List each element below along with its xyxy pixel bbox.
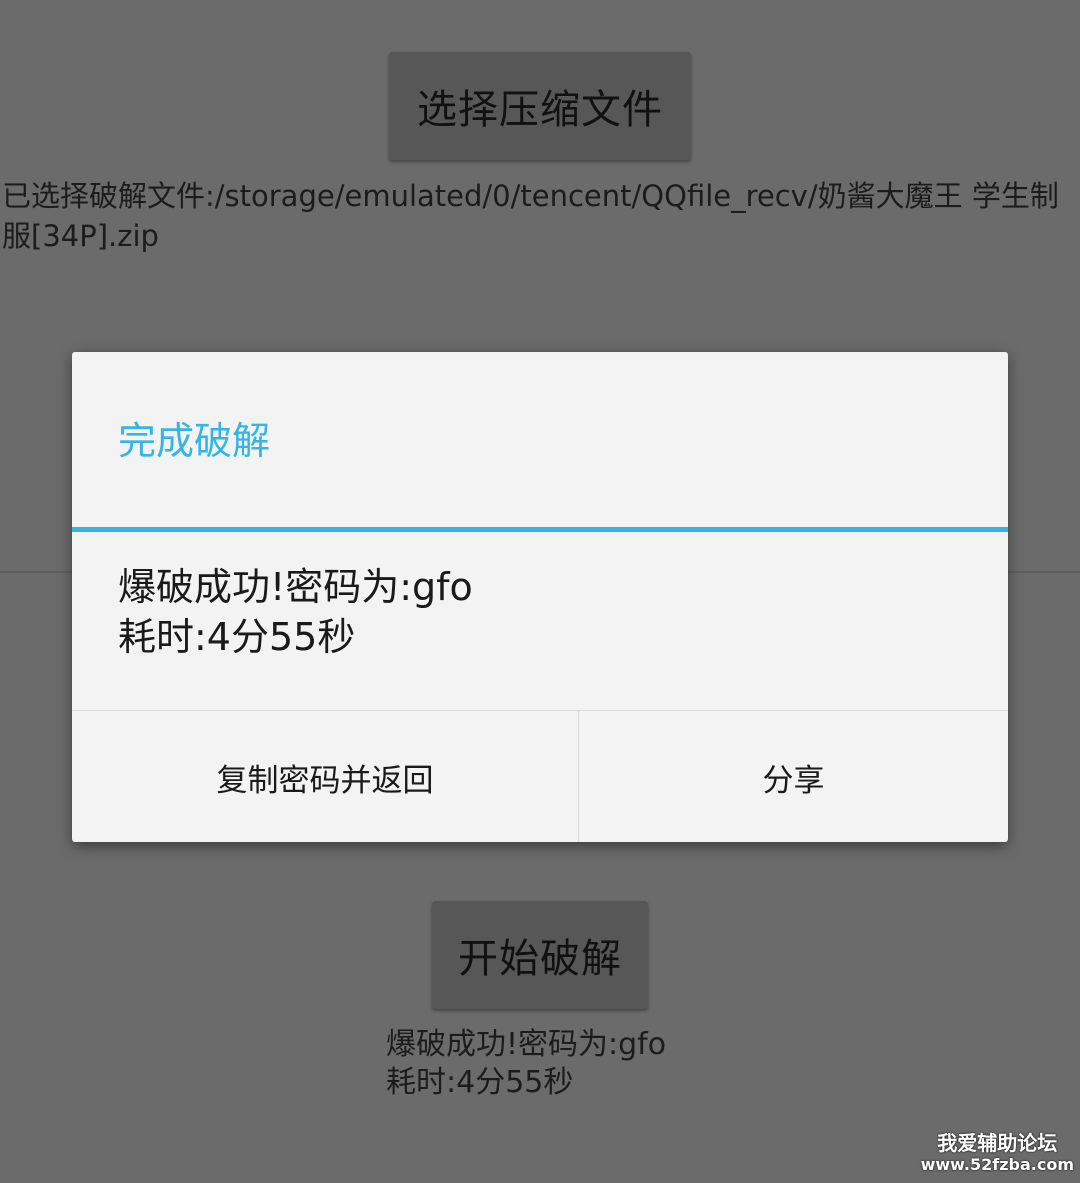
result-time-line: 耗时:4分55秒 (386, 1065, 574, 1100)
watermark-title: 我爱辅助论坛 (937, 1131, 1058, 1155)
start-crack-button[interactable]: 开始破解 (432, 901, 648, 1009)
crack-result-text: 爆破成功!密码为:gfo 耗时:4分55秒 (386, 1026, 666, 1102)
share-button[interactable]: 分享 (579, 711, 1008, 842)
dialog-button-bar: 复制密码并返回 分享 (72, 710, 1008, 842)
dialog-title-divider (72, 527, 1008, 532)
copy-password-and-return-button[interactable]: 复制密码并返回 (72, 711, 579, 842)
site-watermark: 我爱辅助论坛 www.52fzba.com (921, 1131, 1074, 1175)
crack-complete-dialog: 完成破解 爆破成功!密码为:gfo 耗时:4分55秒 复制密码并返回 分享 (72, 352, 1008, 842)
dialog-title: 完成破解 (118, 419, 271, 463)
select-archive-button[interactable]: 选择压缩文件 (389, 52, 691, 160)
dialog-time-line: 耗时:4分55秒 (118, 615, 356, 659)
selected-file-path: 已选择破解文件:/storage/emulated/0/tencent/QQfi… (2, 179, 1059, 253)
dialog-message: 爆破成功!密码为:gfo 耗时:4分55秒 (118, 562, 473, 662)
dialog-password-line: 爆破成功!密码为:gfo (118, 565, 473, 609)
result-password-line: 爆破成功!密码为:gfo (386, 1027, 667, 1062)
watermark-url: www.52fzba.com (920, 1155, 1074, 1174)
